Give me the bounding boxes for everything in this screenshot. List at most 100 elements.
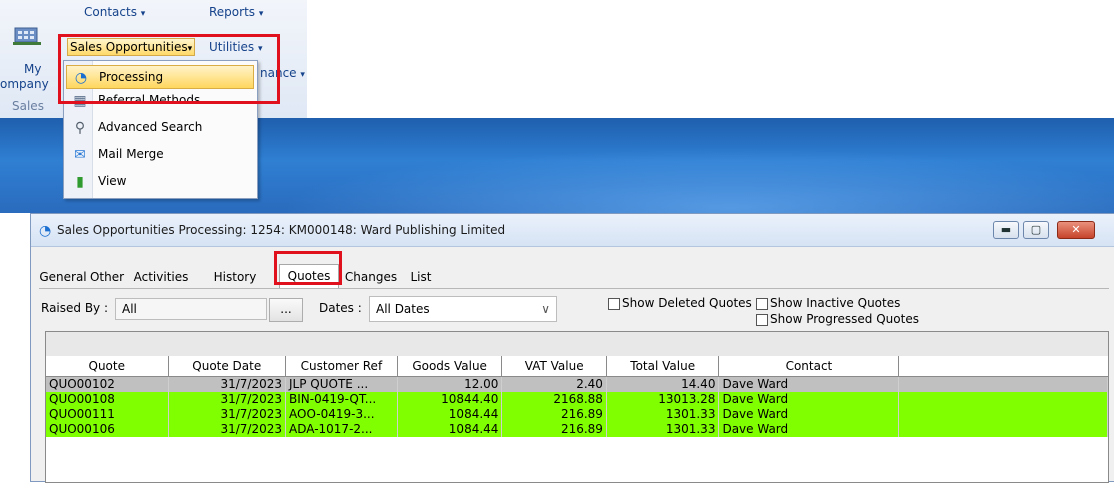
column-header-goods-value[interactable]: Goods Value [397,356,503,377]
show-progressed-quotes-label: Show Progressed Quotes [770,312,919,326]
dates-label: Dates : [319,301,362,315]
column-header-total-value[interactable]: Total Value [606,356,720,377]
sales-group-label: Sales [12,99,44,113]
highlight-box-quotes-tab [274,251,342,285]
view-chart-icon: ▮ [76,174,84,190]
chevron-down-icon: ▾ [300,70,305,80]
cell-total-value: 13013.28 [606,392,720,407]
tab-list[interactable]: List [403,266,439,288]
column-header-contact[interactable]: Contact [718,356,900,377]
cell-quote: QUO00108 [46,392,169,407]
cell-vat-value: 2168.88 [501,392,607,407]
table-header-row: Quote Quote Date Customer Ref Goods Valu… [46,356,1108,377]
my-company-label-2[interactable]: ompany [0,77,49,91]
column-header-empty [898,356,1108,377]
dates-select[interactable]: All Dates ∨ [369,296,557,322]
cell-contact: Dave Ward [718,392,900,407]
table-row[interactable]: QUO00102 31/7/2023 JLP QUOTE ... 12.00 2… [46,376,1108,392]
table-row[interactable]: QUO00111 31/7/2023 AOO-0419-3... 1084.44… [46,407,1108,422]
show-progressed-quotes-checkbox[interactable] [756,314,768,326]
table-row[interactable]: QUO00108 31/7/2023 BIN-0419-QT... 10844.… [46,392,1108,407]
cell-customer-ref: ADA-1017-2... [285,422,398,437]
cell-quote: QUO00111 [46,407,169,422]
show-inactive-quotes-label: Show Inactive Quotes [770,296,901,310]
cell-quote-date: 31/7/2023 [168,392,287,407]
menu-item-view[interactable]: ▮ View [66,170,254,194]
cell-quote-date: 31/7/2023 [168,422,287,437]
reports-menu-button[interactable]: Reports ▾ [207,4,265,20]
contacts-menu-label: Contacts [84,5,137,19]
cell-total-value: 14.40 [606,376,720,392]
show-inactive-quotes-checkbox[interactable] [756,298,768,310]
cell-total-value: 1301.33 [606,407,720,422]
tab-history[interactable]: History [195,266,275,288]
processing-icon: ◔ [39,223,52,239]
company-building-icon [13,27,41,45]
dates-select-value: All Dates [376,302,430,316]
background-glow [280,148,1114,213]
maximize-button[interactable]: ▢ [1023,221,1049,239]
cell-customer-ref: JLP QUOTE ... [285,376,398,392]
cell-quote: QUO00102 [46,376,169,392]
cell-contact: Dave Ward [718,422,900,437]
column-header-vat-value[interactable]: VAT Value [501,356,607,377]
cell-quote-date: 31/7/2023 [168,376,287,392]
my-company-label[interactable]: My [24,62,41,76]
cell-vat-value: 2.40 [501,376,607,392]
cell-empty [898,392,1108,407]
grid-group-panel [46,332,1108,357]
chevron-down-icon: ▾ [258,9,264,19]
tab-general[interactable]: General [39,266,87,288]
tab-divider [39,288,1109,289]
cell-goods-value: 10844.40 [397,392,503,407]
mail-merge-icon: ✉ [74,147,86,163]
quotes-grid: Quote Quote Date Customer Ref Goods Valu… [45,331,1109,483]
table-row[interactable]: QUO00106 31/7/2023 ADA-1017-2... 1084.44… [46,422,1108,437]
column-header-quote-date[interactable]: Quote Date [168,356,287,377]
cell-customer-ref: AOO-0419-3... [285,407,398,422]
menu-item-label: View [98,174,127,188]
cell-contact: Dave Ward [718,376,900,392]
chevron-down-icon: ▾ [140,9,146,19]
contacts-menu-button[interactable]: Contacts ▾ [82,4,147,20]
cell-goods-value: 1084.44 [397,407,503,422]
menu-item-mail-merge[interactable]: ✉ Mail Merge [66,143,254,167]
window-title: Sales Opportunities Processing: 1254: KM… [57,223,506,237]
cell-empty [898,422,1108,437]
raised-by-input[interactable]: All [115,298,267,320]
cell-vat-value: 216.89 [501,407,607,422]
cell-quote-date: 31/7/2023 [168,407,287,422]
reports-menu-label: Reports [209,5,256,19]
column-header-quote[interactable]: Quote [46,356,169,377]
cell-quote: QUO00106 [46,422,169,437]
cell-empty [898,376,1108,392]
cell-contact: Dave Ward [718,407,900,422]
raised-by-label: Raised By : [41,301,109,315]
ribbon-empty-area [307,0,1114,118]
quotes-table-body: QUO00102 31/7/2023 JLP QUOTE ... 12.00 2… [46,376,1108,437]
cell-empty [898,407,1108,422]
cell-goods-value: 1084.44 [397,422,503,437]
cell-total-value: 1301.33 [606,422,720,437]
minimize-button[interactable]: ▬ [993,221,1019,239]
menu-item-label: Mail Merge [98,147,164,161]
tab-activities[interactable]: Activities [127,266,195,288]
menu-item-advanced-search[interactable]: ⚲ Advanced Search [66,116,254,140]
cell-vat-value: 216.89 [501,422,607,437]
menu-item-label: Advanced Search [98,120,203,134]
chevron-down-icon: ∨ [541,302,550,316]
column-header-customer-ref[interactable]: Customer Ref [285,356,398,377]
tab-other[interactable]: Other [87,266,127,288]
window-title-bar[interactable]: ◔ Sales Opportunities Processing: 1254: … [31,214,1114,247]
sales-opportunities-window: ◔ Sales Opportunities Processing: 1254: … [30,213,1114,483]
show-deleted-quotes-checkbox[interactable] [608,298,620,310]
quotes-table: Quote Quote Date Customer Ref Goods Valu… [46,356,1108,437]
show-deleted-quotes-label: Show Deleted Quotes [622,296,752,310]
highlight-box-menu-overlay [58,34,280,104]
cell-goods-value: 12.00 [397,376,503,392]
tab-changes[interactable]: Changes [341,266,401,288]
raised-by-browse-button[interactable]: ... [269,298,303,322]
cell-customer-ref: BIN-0419-QT... [285,392,398,407]
close-button[interactable]: ✕ [1057,221,1095,239]
advanced-search-icon: ⚲ [74,120,86,136]
